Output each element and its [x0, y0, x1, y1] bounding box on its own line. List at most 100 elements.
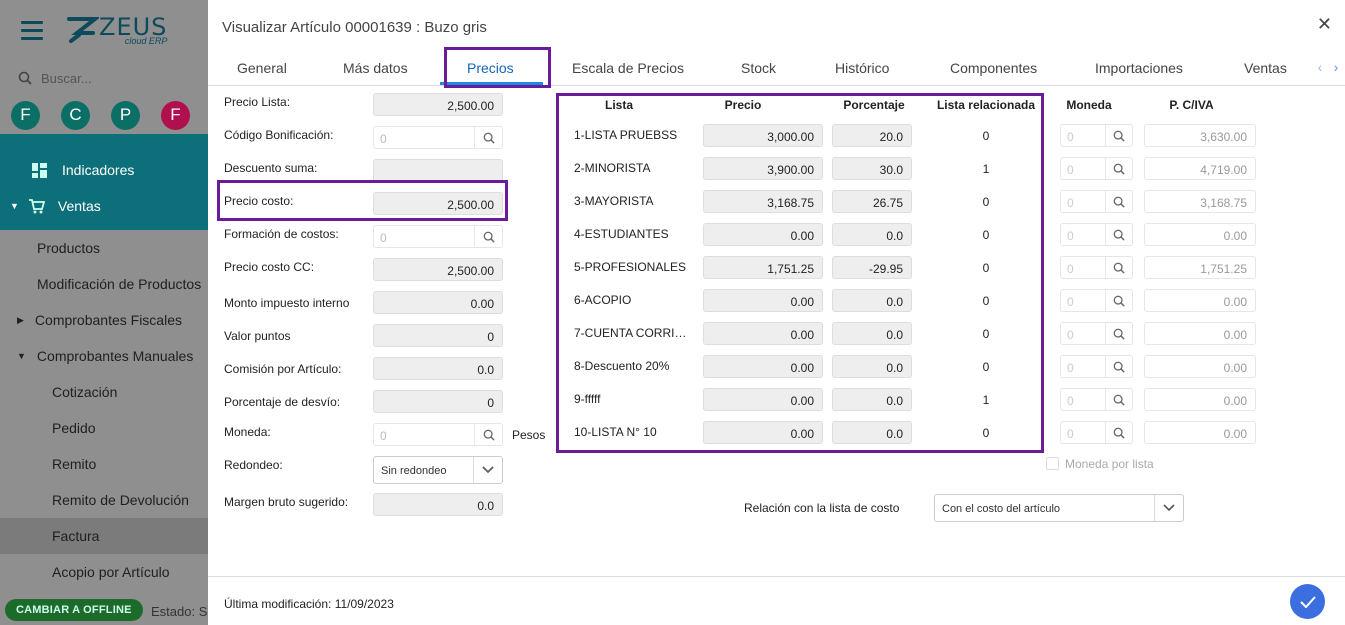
price-list-civa[interactable]: 1,751.25	[1144, 256, 1256, 279]
shortcut-circle[interactable]: C	[61, 100, 90, 130]
moneda-field[interactable]: 0	[373, 423, 503, 446]
search-icon[interactable]	[474, 226, 502, 247]
search-icon[interactable]	[1105, 356, 1132, 377]
nav-remito[interactable]: Remito	[0, 446, 208, 482]
chevron-left-icon[interactable]: ‹	[1312, 49, 1328, 85]
nav-cotizacion[interactable]: Cotización	[0, 374, 208, 410]
search-icon[interactable]	[1105, 257, 1132, 278]
price-list-moneda-value: 0	[1067, 262, 1074, 276]
price-list-moneda[interactable]: 0	[1060, 421, 1133, 444]
tab-ventas[interactable]: Ventas	[1244, 60, 1287, 76]
tab-historico[interactable]: Histórico	[835, 60, 889, 76]
price-list-moneda[interactable]: 0	[1060, 256, 1133, 279]
price-list-moneda[interactable]: 0	[1060, 289, 1133, 312]
shortcut-circle[interactable]: F	[11, 100, 40, 130]
price-list-moneda[interactable]: 0	[1060, 223, 1133, 246]
tab-componentes[interactable]: Componentes	[950, 60, 1037, 76]
nav-acopio[interactable]: Acopio por Artículo	[0, 554, 208, 590]
formacion-costos-label: Formación de costos:	[224, 227, 339, 241]
caret-right-icon: ▶	[17, 314, 24, 325]
monto-impuesto-field[interactable]: 0.00	[373, 291, 503, 314]
moneda-label: Moneda:	[224, 425, 271, 439]
price-list-moneda[interactable]: 0	[1060, 190, 1133, 213]
precio-costo-cc-label: Precio costo CC:	[224, 260, 315, 274]
relacion-select[interactable]: Con el costo del artículo	[934, 494, 1184, 522]
price-list-moneda[interactable]: 0	[1060, 157, 1133, 180]
search-icon[interactable]	[1105, 224, 1132, 245]
price-list-civa[interactable]: 3,168.75	[1144, 190, 1256, 213]
price-list-civa[interactable]: 4,719.00	[1144, 157, 1256, 180]
margen-label: Margen bruto sugerido:	[224, 495, 349, 509]
logo-sub: cloud ERP	[124, 35, 168, 46]
price-list-civa[interactable]: 0.00	[1144, 388, 1256, 411]
nav-ventas[interactable]: ▼ Ventas	[0, 188, 208, 224]
close-icon[interactable]: ✕	[1317, 14, 1332, 35]
highlight-box-table	[556, 93, 1044, 453]
shortcut-circle[interactable]: P	[111, 100, 140, 130]
sidebar-search[interactable]: Buscar...	[0, 60, 208, 96]
formacion-costos-field[interactable]: 0	[373, 225, 503, 248]
search-icon[interactable]	[474, 424, 502, 445]
dashboard-icon	[32, 162, 47, 178]
price-list-civa[interactable]: 0.00	[1144, 223, 1256, 246]
price-list-civa[interactable]: 0.00	[1144, 322, 1256, 345]
confirm-button[interactable]	[1290, 584, 1325, 619]
moneda-name: Pesos	[512, 428, 546, 442]
search-icon[interactable]	[1105, 389, 1132, 410]
search-icon[interactable]	[474, 127, 502, 148]
logo: ZEUS cloud ERP	[65, 13, 167, 47]
nav-indicadores[interactable]: Indicadores	[0, 152, 208, 188]
price-list-civa[interactable]: 3,630.00	[1144, 124, 1256, 147]
search-icon[interactable]	[1105, 323, 1132, 344]
sidebar-search-placeholder: Buscar...	[41, 70, 92, 86]
moneda-por-lista-checkbox[interactable]	[1046, 457, 1059, 470]
search-icon[interactable]	[1105, 191, 1132, 212]
price-list-moneda[interactable]: 0	[1060, 355, 1133, 378]
price-list-civa[interactable]: 0.00	[1144, 289, 1256, 312]
logo-main: ZEUS	[99, 12, 168, 41]
nav-modificacion-productos[interactable]: Modificación de Productos	[0, 266, 208, 302]
desvio-label: Porcentaje de desvío:	[224, 395, 341, 409]
nav-comprobantes-manuales[interactable]: ▼ Comprobantes Manuales	[0, 338, 208, 374]
descuento-suma-field[interactable]	[373, 159, 503, 182]
price-list-moneda[interactable]: 0	[1060, 124, 1133, 147]
nav-label: Comprobantes Fiscales	[34, 312, 182, 328]
menu-icon[interactable]	[21, 20, 43, 40]
nav-factura[interactable]: Factura	[0, 518, 208, 554]
offline-button[interactable]: CAMBIAR A OFFLINE	[5, 599, 143, 621]
margen-field[interactable]: 0.0	[373, 493, 503, 516]
shortcut-bar: F C P F	[0, 96, 208, 134]
status-text: Estado: S	[151, 604, 208, 619]
precio-lista-field[interactable]: 2,500.00	[373, 93, 503, 116]
modal-footer: Última modificación: 11/09/2023	[208, 576, 1345, 625]
price-list-civa[interactable]: 0.00	[1144, 355, 1256, 378]
precio-costo-cc-field[interactable]: 2,500.00	[373, 258, 503, 281]
nav-pedido[interactable]: Pedido	[0, 410, 208, 446]
search-icon[interactable]	[1105, 125, 1132, 146]
tab-importaciones[interactable]: Importaciones	[1095, 60, 1183, 76]
price-list-moneda[interactable]: 0	[1060, 388, 1133, 411]
search-icon[interactable]	[1105, 290, 1132, 311]
shortcut-circle[interactable]: F	[161, 100, 190, 130]
col-civa: P. C/IVA	[1169, 98, 1214, 112]
comision-field[interactable]: 0.0	[373, 357, 503, 380]
desvio-field[interactable]: 0	[373, 390, 503, 413]
valor-puntos-field[interactable]: 0	[373, 324, 503, 347]
price-list-civa[interactable]: 0.00	[1144, 421, 1256, 444]
tab-stock[interactable]: Stock	[741, 60, 776, 76]
redondeo-select[interactable]: Sin redondeo	[373, 456, 503, 484]
nav-productos[interactable]: Productos	[0, 230, 208, 266]
nav-remito-devolucion[interactable]: Remito de Devolución	[0, 482, 208, 518]
tab-escala-precios[interactable]: Escala de Precios	[572, 60, 684, 76]
descuento-suma-label: Descuento suma:	[224, 161, 318, 175]
chevron-down-icon	[473, 457, 502, 483]
chevron-right-icon[interactable]: ›	[1328, 49, 1344, 85]
search-icon[interactable]	[1105, 422, 1132, 443]
price-list-moneda[interactable]: 0	[1060, 322, 1133, 345]
tab-general[interactable]: General	[237, 60, 287, 76]
nav-comprobantes-fiscales[interactable]: ▶ Comprobantes Fiscales	[0, 302, 208, 338]
search-icon[interactable]	[1105, 158, 1132, 179]
nav-ventas-label: Ventas	[57, 198, 101, 214]
tab-mas-datos[interactable]: Más datos	[343, 60, 408, 76]
codigo-bonificacion-field[interactable]: 0	[373, 126, 503, 149]
